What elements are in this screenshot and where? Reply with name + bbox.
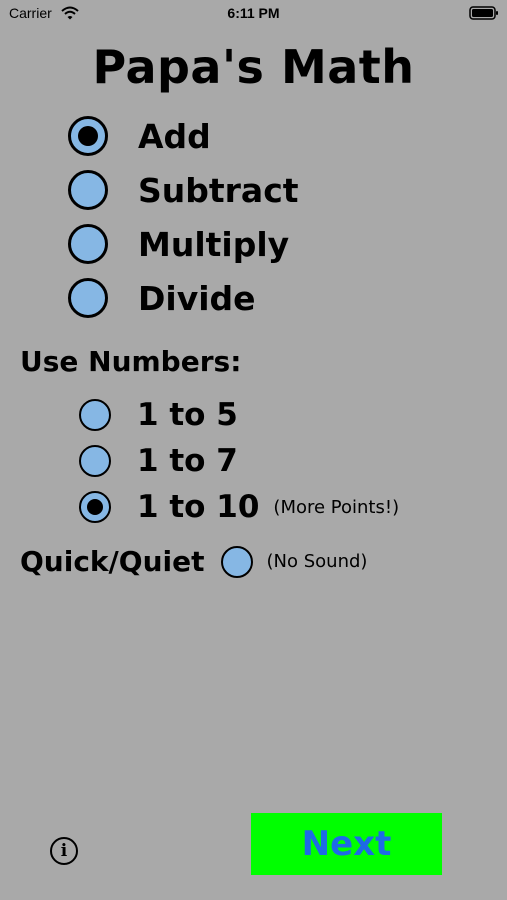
operation-label-add: Add: [138, 116, 211, 156]
operation-radio-subtract[interactable]: [68, 170, 108, 210]
range-radio-1-to-10[interactable]: [79, 491, 111, 523]
quick-quiet-option[interactable]: Quick/Quiet (No Sound): [20, 545, 367, 578]
more-points-note: (More Points!): [273, 496, 400, 518]
status-time: 6:11 PM: [227, 5, 280, 21]
operation-radio-add[interactable]: [68, 116, 108, 156]
range-radio-1-to-5[interactable]: [79, 399, 111, 431]
range-option-1-to-10[interactable]: 1 to 10 (More Points!): [79, 489, 399, 525]
operation-option-multiply[interactable]: Multiply: [68, 224, 289, 264]
no-sound-note: (No Sound): [266, 551, 368, 572]
operation-label-subtract: Subtract: [138, 170, 299, 210]
battery-icon: [469, 6, 498, 20]
operation-option-subtract[interactable]: Subtract: [68, 170, 299, 210]
quick-quiet-label: Quick/Quiet: [20, 545, 205, 578]
operation-option-divide[interactable]: Divide: [68, 278, 256, 318]
range-label-1-to-5: 1 to 5: [137, 397, 238, 433]
quick-quiet-radio[interactable]: [220, 545, 253, 578]
operation-label-divide: Divide: [138, 278, 256, 318]
operation-radio-multiply[interactable]: [68, 224, 108, 264]
range-label-1-to-7: 1 to 7: [137, 443, 238, 479]
range-radio-1-to-7[interactable]: [79, 445, 111, 477]
page-title: Papa's Math: [92, 40, 415, 94]
operation-radio-divide[interactable]: [68, 278, 108, 318]
operation-option-add[interactable]: Add: [68, 116, 211, 156]
info-icon[interactable]: i: [50, 837, 78, 865]
operation-label-multiply: Multiply: [138, 224, 290, 264]
next-button[interactable]: Next: [251, 813, 442, 875]
use-numbers-label: Use Numbers:: [20, 345, 242, 378]
range-label-1-to-10: 1 to 10: [137, 489, 260, 525]
range-option-1-to-5[interactable]: 1 to 5: [79, 397, 238, 433]
status-bar: Carrier 6:11 PM: [0, 0, 507, 28]
range-option-1-to-7[interactable]: 1 to 7: [79, 443, 238, 479]
